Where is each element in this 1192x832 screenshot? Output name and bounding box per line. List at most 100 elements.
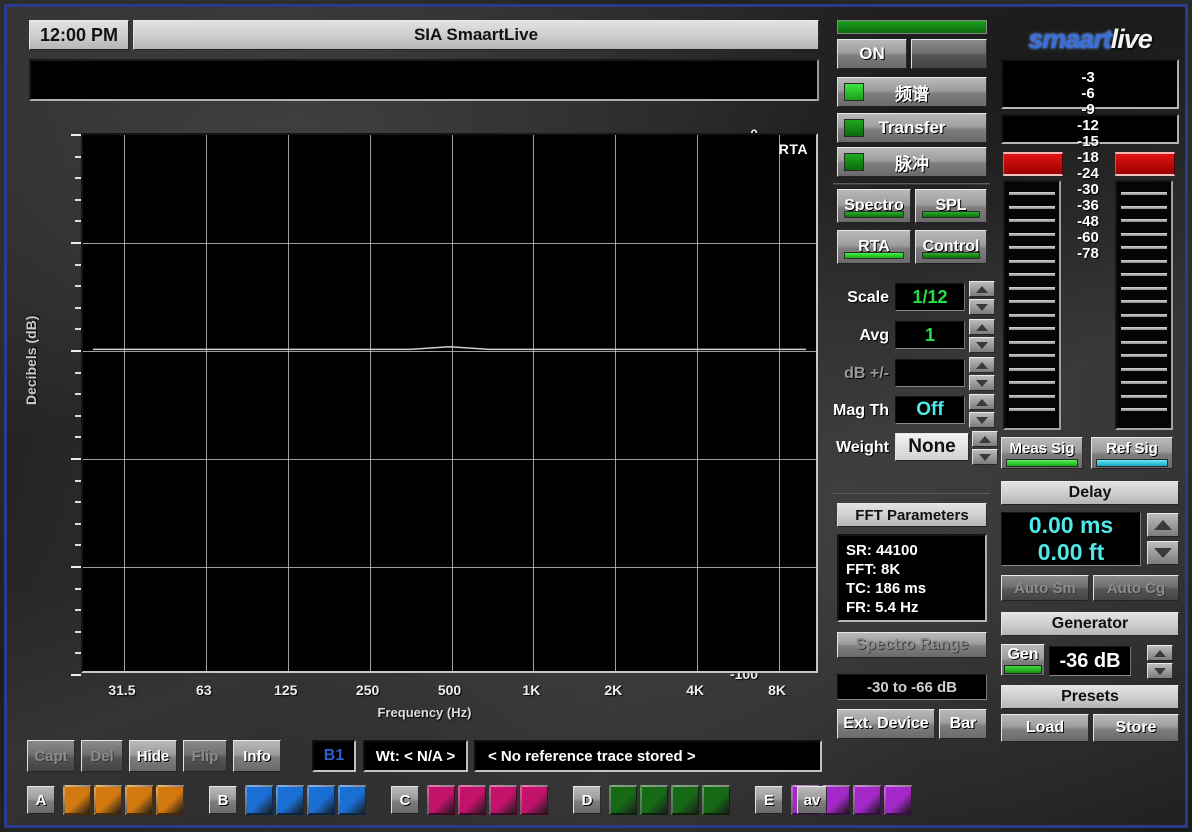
db-value[interactable]	[895, 359, 965, 387]
trace-color-swatch[interactable]	[640, 785, 668, 815]
del-button[interactable]: Del	[81, 740, 123, 772]
gen-button[interactable]: Gen	[1001, 644, 1045, 676]
db-spinner-up[interactable]	[969, 357, 995, 373]
trace-id-readout[interactable]: B1	[312, 740, 356, 772]
db-spinner-down[interactable]	[969, 375, 995, 391]
trace-color-swatch[interactable]	[671, 785, 699, 815]
weight-readout[interactable]: Wt: < N/A >	[363, 740, 468, 772]
trace-color-swatch[interactable]	[94, 785, 122, 815]
trace-group-button-b[interactable]: B	[209, 786, 237, 814]
trace-color-swatch[interactable]	[702, 785, 730, 815]
bar-button[interactable]: Bar	[939, 709, 987, 739]
meter-panel: smaart live -3 -6 -9 -12 -15 -18 -24 -30 -36 -48-…	[997, 15, 1182, 755]
delay-spinner-up[interactable]	[1147, 513, 1179, 537]
trace-group-button-c[interactable]: C	[391, 786, 419, 814]
capt-button[interactable]: Capt	[27, 740, 75, 772]
ext-device-button[interactable]: Ext. Device	[837, 709, 935, 739]
trace-color-swatch[interactable]	[338, 785, 366, 815]
trace-color-swatch[interactable]	[520, 785, 548, 815]
trace-color-swatch[interactable]	[63, 785, 91, 815]
average-button[interactable]: av	[797, 786, 827, 814]
flip-button[interactable]: Flip	[183, 740, 227, 772]
scale-spinner-down[interactable]	[969, 299, 995, 315]
window-title: SIA SmaartLive	[133, 20, 819, 50]
scale-spinner[interactable]	[969, 281, 995, 315]
gen-level-value[interactable]: -36 dB	[1049, 646, 1131, 676]
scale-spinner-up[interactable]	[969, 281, 995, 297]
spl-mode-button[interactable]: SPL	[915, 189, 987, 223]
avg-spinner[interactable]	[969, 319, 995, 353]
checkbox-row-spectrum[interactable]: 频谱	[837, 77, 987, 107]
trace-group-button-d[interactable]: D	[573, 786, 601, 814]
weight-spinner-up[interactable]	[972, 431, 998, 447]
avg-spinner-up[interactable]	[969, 319, 995, 335]
x-axis-tick-label: 125	[274, 682, 298, 698]
load-preset-button[interactable]: Load	[1001, 714, 1089, 742]
ref-sig-button[interactable]: Ref Sig	[1091, 437, 1173, 469]
hide-button[interactable]: Hide	[129, 740, 177, 772]
trace-color-swatch[interactable]	[125, 785, 153, 815]
weight-spinner[interactable]	[972, 431, 998, 465]
avg-value[interactable]: 1	[895, 321, 965, 349]
delay-readout[interactable]: 0.00 ms 0.00 ft	[1001, 512, 1141, 566]
meas-peak-indicator[interactable]	[1003, 152, 1063, 176]
magth-spinner[interactable]	[969, 394, 995, 428]
checkbox-row-impulse[interactable]: 脉冲	[837, 147, 987, 177]
fft-line-fr: FR: 5.4 Hz	[846, 599, 919, 616]
trace-color-swatch[interactable]	[884, 785, 912, 815]
auto-cg-button[interactable]: Auto Cg	[1093, 575, 1179, 601]
y-axis-tick-major	[71, 350, 81, 352]
trace-color-swatch[interactable]	[853, 785, 881, 815]
spectro-mode-button[interactable]: Spectro	[837, 189, 911, 223]
ref-peak-indicator[interactable]	[1115, 152, 1175, 176]
plot-area[interactable]: RTA	[81, 133, 818, 673]
gen-spinner-up[interactable]	[1147, 645, 1173, 661]
checkbox-spectrum[interactable]	[844, 83, 864, 101]
auto-sm-button[interactable]: Auto Sm	[1001, 575, 1089, 601]
avg-spinner-down[interactable]	[969, 337, 995, 353]
weight-value[interactable]: None	[895, 433, 969, 461]
ref-sig-label: Ref Sig	[1106, 440, 1158, 457]
trace-group-button-a[interactable]: A	[27, 786, 55, 814]
trace-color-swatch[interactable]	[427, 785, 455, 815]
checkbox-transfer[interactable]	[844, 119, 864, 137]
magth-spinner-down[interactable]	[969, 412, 995, 428]
meter-segment	[1121, 381, 1167, 384]
reference-trace-readout[interactable]: < No reference trace stored >	[474, 740, 822, 772]
meter-segment	[1121, 232, 1167, 236]
scale-value[interactable]: 1/12	[895, 283, 965, 311]
control-mode-button[interactable]: Control	[915, 230, 987, 264]
checkbox-row-transfer[interactable]: Transfer	[837, 113, 987, 143]
trace-color-swatch[interactable]	[609, 785, 637, 815]
fft-line-sr: SR: 44100	[846, 542, 918, 559]
delay-spinner[interactable]	[1147, 513, 1179, 567]
meter-scale-value: -48	[1077, 213, 1099, 230]
fft-parameters-header: FFT Parameters	[837, 503, 987, 527]
trace-color-swatch[interactable]	[245, 785, 273, 815]
trace-color-swatch[interactable]	[156, 785, 184, 815]
trace-color-swatch[interactable]	[458, 785, 486, 815]
db-spinner[interactable]	[969, 357, 995, 391]
y-axis-tick-major	[71, 242, 81, 244]
on-button[interactable]: ON	[837, 39, 907, 69]
off-button[interactable]	[911, 39, 987, 69]
meter-segment	[1009, 367, 1055, 371]
magth-value[interactable]: Off	[895, 396, 965, 424]
weight-spinner-down[interactable]	[972, 449, 998, 465]
trace-color-swatch[interactable]	[307, 785, 335, 815]
store-preset-button[interactable]: Store	[1093, 714, 1179, 742]
magth-spinner-up[interactable]	[969, 394, 995, 410]
info-button[interactable]: Info	[233, 740, 281, 772]
trace-color-swatch[interactable]	[276, 785, 304, 815]
checkbox-impulse[interactable]	[844, 153, 864, 171]
trace-group-button-e[interactable]: E	[755, 786, 783, 814]
meter-scale: -3 -6 -9 -12 -15 -18 -24 -30 -36 -48 -60 -78	[1060, 70, 1116, 262]
gen-spinner[interactable]	[1147, 645, 1173, 679]
gen-spinner-down[interactable]	[1147, 663, 1173, 679]
spectro-range-button[interactable]: Spectro Range	[837, 632, 987, 658]
rta-mode-button[interactable]: RTA	[837, 230, 911, 264]
trace-color-swatch[interactable]	[489, 785, 517, 815]
control-panel: ON 频谱 Transfer 脉冲 Spectro SPL RTA Contro…	[829, 15, 998, 755]
meas-sig-button[interactable]: Meas Sig	[1001, 437, 1083, 469]
delay-spinner-down[interactable]	[1147, 541, 1179, 565]
